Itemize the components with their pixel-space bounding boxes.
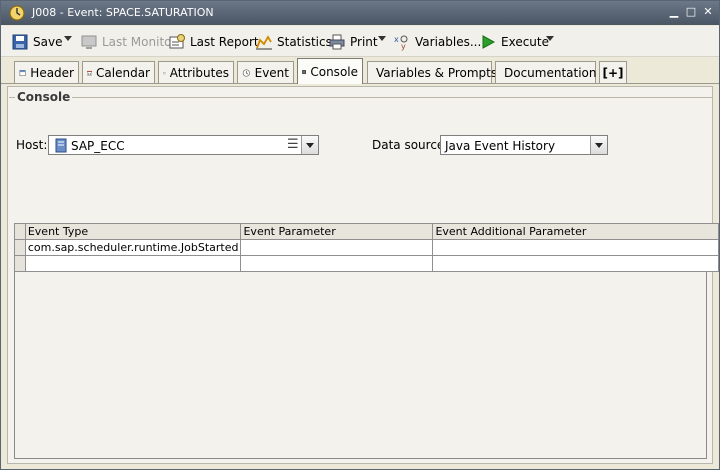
datasource-label: Data source: (372, 138, 449, 152)
printer-icon (329, 34, 345, 50)
console-icon (302, 69, 307, 74)
monitor-icon (81, 35, 97, 49)
column-header-event-type[interactable]: Event Type (24, 223, 242, 240)
column-header-event-additional-parameter[interactable]: Event Additional Parameter (432, 223, 719, 240)
table-cell[interactable] (240, 239, 434, 256)
job-clock-icon (9, 5, 25, 21)
print-button[interactable]: Print (328, 32, 378, 52)
console-group-line (9, 97, 713, 100)
server-icon (55, 138, 67, 153)
console-group-title: Console (15, 90, 73, 104)
tab-attributes[interactable]: Attributes (158, 61, 234, 83)
table-cell[interactable] (432, 239, 719, 256)
event-icon (242, 69, 250, 76)
datasource-dropdown-arrow[interactable] (590, 136, 607, 154)
row-header-corner (14, 223, 26, 240)
calendar-icon: 12 (87, 70, 92, 75)
toolbar: Save Last Monitor Last Report Statistics… (1, 26, 719, 57)
table-row[interactable] (14, 255, 719, 272)
tab-console[interactable]: Console (297, 58, 363, 84)
table-cell[interactable] (24, 255, 242, 272)
statistics-button[interactable]: Statistics (255, 32, 332, 52)
attributes-icon (163, 71, 166, 74)
column-header-event-parameter[interactable]: Event Parameter (240, 223, 434, 240)
table-cell[interactable]: com.sap.scheduler.runtime.JobStarted (24, 239, 242, 256)
list-icon[interactable]: ☰ (287, 137, 299, 152)
execute-dropdown-arrow[interactable] (546, 36, 554, 41)
add-tab-button[interactable]: [+] (599, 61, 627, 83)
statistics-chart-icon (256, 35, 272, 50)
report-icon (169, 34, 185, 49)
execute-button[interactable]: Execute (479, 32, 549, 52)
datasource-combobox[interactable]: Java Event History (440, 135, 608, 155)
title-bar: J008 - Event: SPACE.SATURATION ▁ □ ✕ (1, 1, 719, 25)
table-row[interactable]: com.sap.scheduler.runtime.JobStarted (14, 239, 719, 256)
host-dropdown-arrow[interactable] (301, 136, 318, 154)
tab-calendar[interactable]: 12 Calendar (82, 61, 155, 83)
host-combobox[interactable]: SAP_ECC ☰ (48, 135, 319, 155)
table-cell[interactable] (240, 255, 434, 272)
row-header[interactable] (14, 255, 26, 272)
events-table: Event Type Event Parameter Event Additio… (14, 223, 719, 272)
save-icon (12, 34, 28, 50)
close-icon[interactable]: ✕ (701, 5, 715, 19)
last-report-button[interactable]: Last Report (168, 32, 259, 52)
svg-text:x: x (394, 35, 399, 44)
maximize-icon[interactable]: □ (684, 5, 698, 19)
add-tab-icon: [+] (602, 65, 624, 80)
variables-xy-icon: x y (394, 35, 408, 51)
tab-bar: Header 12 Calendar Attributes Event Cons… (1, 57, 719, 85)
window-title: J008 - Event: SPACE.SATURATION (32, 6, 214, 19)
host-value: SAP_ECC (71, 139, 125, 153)
last-monitor-button[interactable]: Last Monitor (80, 32, 176, 52)
play-icon (482, 35, 496, 49)
table-header-row: Event Type Event Parameter Event Additio… (14, 223, 719, 240)
minimize-icon[interactable]: ▁ (667, 5, 681, 19)
main-window: J008 - Event: SPACE.SATURATION ▁ □ ✕ Sav… (0, 0, 720, 470)
tab-documentation[interactable]: Documentation (495, 61, 597, 83)
variables-button[interactable]: x y Variables... (393, 32, 481, 52)
svg-text:y: y (401, 42, 406, 51)
datasource-value: Java Event History (445, 139, 556, 153)
table-cell[interactable] (432, 255, 719, 272)
tab-variables-prompts[interactable]: x Variables & Prompts (367, 61, 497, 83)
tab-header[interactable]: Header (14, 61, 79, 83)
save-button[interactable]: Save (11, 32, 62, 52)
row-header[interactable] (14, 239, 26, 256)
host-label: Host: (16, 138, 48, 152)
save-dropdown-arrow[interactable] (64, 36, 72, 41)
header-icon (19, 69, 26, 76)
print-dropdown-arrow[interactable] (378, 36, 386, 41)
tab-event[interactable]: Event (237, 61, 294, 83)
